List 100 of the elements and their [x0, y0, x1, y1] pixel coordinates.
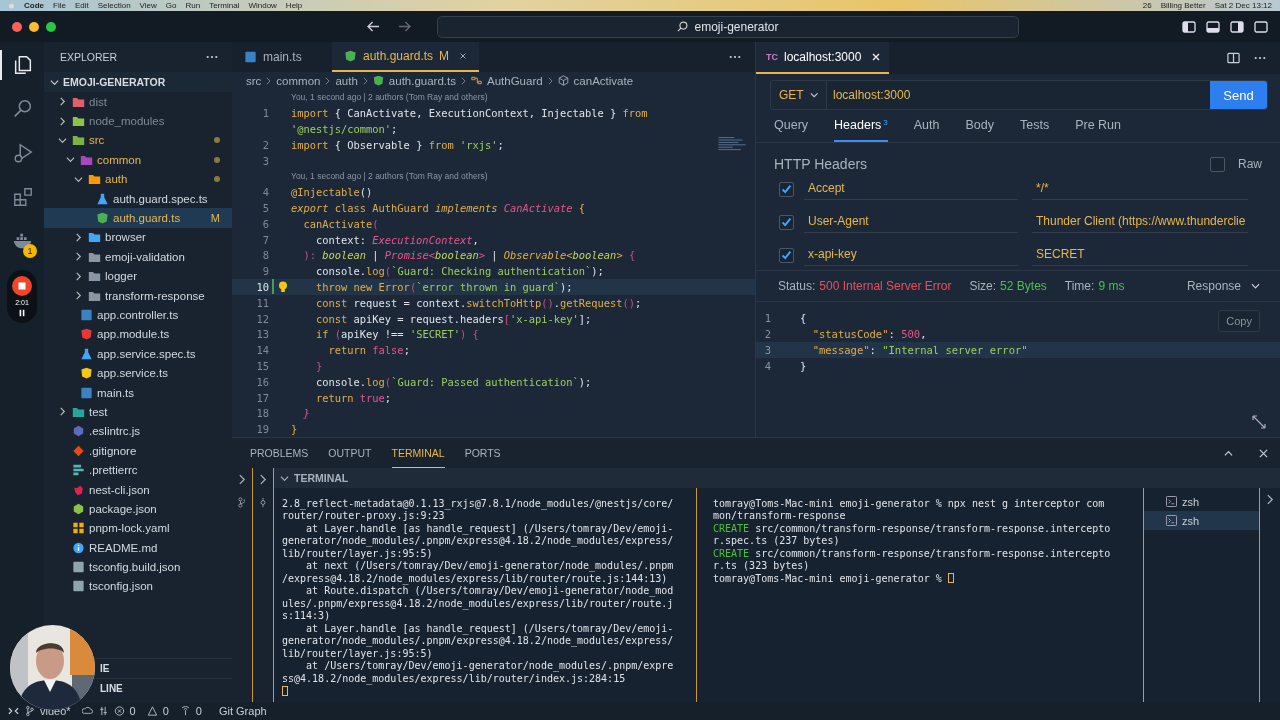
minimap-drawing[interactable]: [717, 136, 747, 152]
tree-item[interactable]: node_modules: [44, 111, 232, 131]
header-name-field[interactable]: x-api-key: [804, 244, 1018, 266]
more-actions-icon[interactable]: [729, 55, 741, 60]
forward-arrow-icon[interactable]: [398, 21, 411, 32]
request-tab[interactable]: Headers $^{3}$: [834, 118, 888, 142]
minimize-window-button[interactable]: [29, 21, 39, 32]
chevron-icon[interactable]: [280, 473, 289, 483]
tree-item[interactable]: .eslintrc.js: [44, 421, 232, 442]
chevron-icon[interactable]: [58, 135, 67, 145]
search-icon[interactable]: [12, 98, 34, 120]
caret-icon[interactable]: [1251, 283, 1260, 289]
close-icon[interactable]: [1259, 448, 1268, 458]
tree-item[interactable]: auth.guard.ts M: [44, 208, 232, 228]
terminal-instance[interactable]: zsh: [1144, 511, 1259, 530]
breadcrumb-item[interactable]: canActivate: [573, 74, 634, 87]
tree-item[interactable]: auth.guard.spec.ts: [44, 188, 232, 209]
request-tab[interactable]: Body: [965, 118, 994, 142]
chevron-icon[interactable]: [259, 474, 267, 485]
response-dropdown[interactable]: Response: [1186, 279, 1241, 293]
close-window-button[interactable]: [12, 21, 22, 32]
menubar-status[interactable]: Billing Better: [1160, 1, 1206, 10]
zoom-window-button[interactable]: [46, 21, 56, 32]
header-name-field[interactable]: User-Agent: [804, 211, 1018, 233]
git-graph-button[interactable]: Git Graph: [218, 705, 267, 717]
more-actions-icon[interactable]: [1254, 56, 1266, 60]
menu-item[interactable]: Terminal: [209, 1, 240, 10]
chevron-icon[interactable]: [58, 407, 67, 417]
tree-item[interactable]: tsconfig.json: [44, 576, 232, 597]
layout-icon[interactable]: [1254, 20, 1268, 33]
chevron-icon[interactable]: [50, 77, 59, 87]
split-editor-icon[interactable]: [1227, 52, 1240, 64]
chevron-icon[interactable]: [66, 155, 75, 165]
more-actions-icon[interactable]: [206, 55, 218, 59]
source-control-icon[interactable]: [238, 497, 246, 508]
section-header[interactable]: LINE: [100, 683, 123, 694]
menu-item[interactable]: Edit: [74, 1, 89, 10]
chevron-icon[interactable]: [238, 474, 246, 485]
editor-tab[interactable]: main.ts: [232, 42, 332, 73]
run-debug-icon[interactable]: [12, 142, 34, 164]
copy-button[interactable]: Copy: [1218, 310, 1260, 332]
blame-annotation[interactable]: You, 1 second ago | 2 authors (Tom Ray and others): [291, 171, 488, 182]
maximize-panel-icon[interactable]: [1224, 448, 1233, 458]
header-checkbox[interactable]: [779, 247, 794, 263]
chevron-icon[interactable]: [58, 116, 67, 126]
chevron-icon[interactable]: [74, 271, 83, 281]
commit-icon[interactable]: [259, 497, 267, 508]
layout-icon[interactable]: [1206, 20, 1220, 33]
warning-count[interactable]: 0: [162, 705, 169, 717]
back-arrow-icon[interactable]: [367, 21, 380, 32]
files-icon[interactable]: [12, 54, 34, 76]
tree-item[interactable]: logger: [44, 266, 232, 286]
header-value-field[interactable]: */*: [1032, 178, 1248, 200]
tree-item[interactable]: .prettierrc: [44, 460, 232, 480]
tree-item[interactable]: README.md: [44, 538, 232, 558]
editor-tab[interactable]: TC localhost:3000: [756, 42, 890, 74]
header-value-field[interactable]: Thunder Client (https://www.thunderclie: [1032, 211, 1248, 233]
menu-item[interactable]: Help: [285, 1, 303, 10]
tree-item[interactable]: src: [44, 130, 232, 151]
error-count[interactable]: 0: [129, 705, 136, 717]
header-value-field[interactable]: SECRET: [1032, 244, 1248, 266]
remote-icon[interactable]: [8, 706, 19, 716]
tree-item[interactable]: dist: [44, 92, 232, 112]
lightbulb-icon[interactable]: [277, 280, 288, 293]
command-search-field[interactable]: emoji-generator: [437, 15, 1019, 38]
ports-count[interactable]: 0: [195, 705, 202, 717]
chevron-icon[interactable]: [74, 232, 83, 242]
chevron-icon[interactable]: [58, 97, 67, 107]
tree-item[interactable]: transform-response: [44, 285, 232, 306]
raw-label[interactable]: Raw: [1238, 157, 1262, 171]
antenna-icon[interactable]: [179, 706, 191, 716]
panel-tab[interactable]: PORTS: [464, 438, 501, 468]
layout-icon[interactable]: [1182, 20, 1196, 33]
raw-checkbox[interactable]: [1210, 156, 1225, 172]
tree-item[interactable]: emoji-validation: [44, 247, 232, 267]
menubar-status[interactable]: Sat 2 Dec 13:12: [1214, 1, 1272, 10]
menu-item[interactable]: Run: [185, 1, 201, 10]
tree-item[interactable]: common: [44, 150, 232, 170]
tree-item[interactable]: app.module.ts: [44, 324, 232, 345]
panel-tab[interactable]: OUTPUT: [328, 438, 372, 468]
menu-item[interactable]: View: [139, 1, 157, 10]
workspace-header[interactable]: EMOJI-GENERATOR: [44, 72, 232, 92]
chevron-icon[interactable]: [74, 252, 83, 262]
cloud-icon[interactable]: [81, 706, 93, 716]
breadcrumb-item[interactable]: auth.guard.ts: [388, 74, 456, 87]
menu-item[interactable]: Selection: [97, 1, 131, 10]
chevron-icon[interactable]: [1266, 494, 1274, 505]
chevron-icon[interactable]: [74, 174, 83, 184]
breadcrumb-item[interactable]: src: [246, 74, 262, 87]
layout-icon[interactable]: [1230, 20, 1244, 33]
request-tab[interactable]: Pre Run: [1075, 118, 1121, 142]
menu-item[interactable]: Window: [248, 1, 277, 10]
tree-item[interactable]: test: [44, 402, 232, 422]
expand-icon[interactable]: [1252, 415, 1266, 429]
tree-item[interactable]: main.ts: [44, 382, 232, 403]
menu-item[interactable]: Go: [165, 1, 177, 10]
error-icon[interactable]: [113, 706, 125, 716]
tree-item[interactable]: package.json: [44, 499, 232, 519]
close-icon[interactable]: [459, 52, 468, 61]
chevron-icon[interactable]: [74, 291, 83, 301]
